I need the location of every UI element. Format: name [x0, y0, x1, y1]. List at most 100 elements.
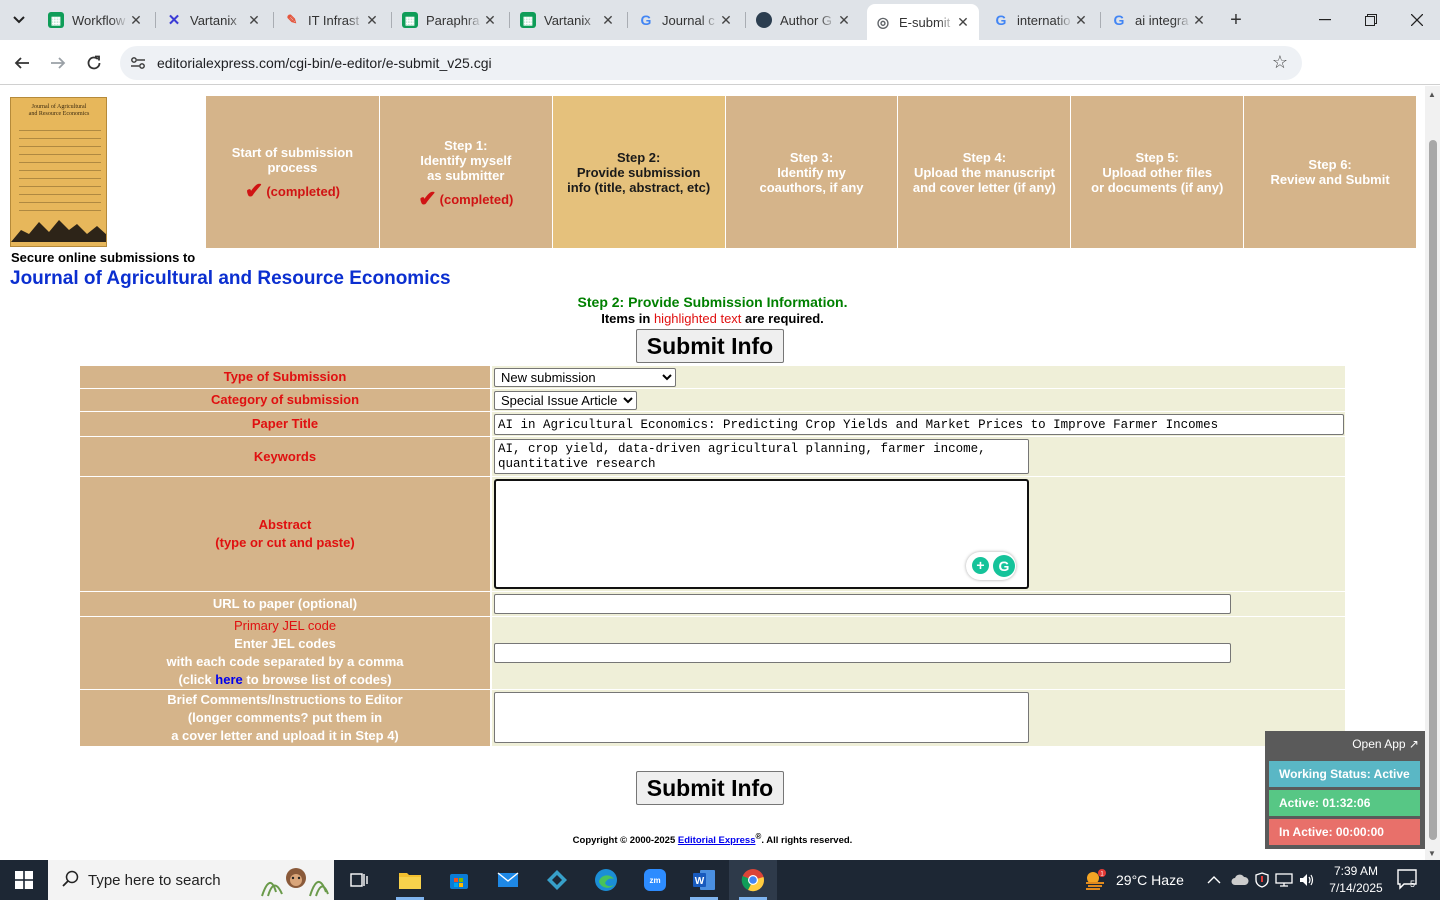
bookmark-star-icon[interactable]: ☆: [1272, 52, 1288, 73]
open-app-button[interactable]: Open App ↗: [1352, 737, 1419, 751]
close-tab-icon[interactable]: ✕: [128, 12, 144, 29]
editorial-express-link[interactable]: Editorial Express: [678, 835, 756, 846]
browser-tab[interactable]: ▦ Paraphra ✕: [394, 4, 506, 36]
scroll-down-icon[interactable]: ▼: [1428, 849, 1436, 858]
page-scrollbar[interactable]: ▲ ▼: [1425, 86, 1440, 860]
close-tab-icon[interactable]: ✕: [1191, 12, 1207, 29]
grammarly-g-icon[interactable]: G: [993, 555, 1015, 577]
scroll-thumb[interactable]: [1429, 140, 1437, 840]
shield-icon[interactable]: [1255, 872, 1269, 888]
submit-info-button-bottom[interactable]: Submit Info: [636, 771, 784, 805]
close-tab-icon[interactable]: ✕: [1073, 12, 1089, 29]
progress-step-6: Step 6: Review and Submit: [1243, 96, 1417, 248]
abstract-label: Abstract (type or cut and paste): [80, 477, 490, 591]
cloud-icon[interactable]: [1231, 874, 1249, 886]
taskbar-chrome[interactable]: [729, 860, 777, 900]
start-button[interactable]: [0, 860, 48, 900]
type-select[interactable]: New submission: [494, 368, 676, 387]
submit-info-button-top[interactable]: Submit Info: [636, 329, 784, 363]
grammarly-plus-icon[interactable]: +: [972, 557, 989, 574]
chevron-down-icon: [13, 16, 25, 24]
browser-tab[interactable]: ▦ Workflow ✕: [40, 4, 152, 36]
weather-haze-icon: 1: [1086, 869, 1106, 890]
scroll-up-icon[interactable]: ▲: [1428, 90, 1436, 99]
forward-button[interactable]: [45, 50, 71, 76]
close-tab-icon[interactable]: ✕: [718, 12, 734, 29]
close-tab-icon[interactable]: ✕: [600, 12, 616, 29]
tab-title: Workflow: [72, 12, 126, 28]
comments-label: Brief Comments/Instructions to Editor (l…: [80, 690, 490, 746]
store-icon: [450, 874, 468, 889]
step-line: Identify my: [777, 164, 846, 180]
cover-title: Journal of Agricultural and Resource Eco…: [28, 104, 90, 117]
restore-button[interactable]: [1348, 0, 1394, 40]
abstract-textarea[interactable]: [494, 479, 1029, 589]
reload-button[interactable]: [81, 50, 107, 76]
svg-text:W: W: [695, 876, 705, 887]
jel-codes-input[interactable]: [494, 643, 1231, 663]
comments-textarea[interactable]: [494, 692, 1029, 743]
taskbar-edge[interactable]: [582, 860, 630, 900]
keywords-textarea[interactable]: AI, crop yield, data-driven agricultural…: [494, 439, 1029, 474]
system-clock[interactable]: 7:39 AM 7/14/2025: [1318, 863, 1394, 897]
step-completed-status: ✔ (completed): [418, 185, 514, 211]
close-tab-icon[interactable]: ✕: [955, 14, 971, 31]
browser-tab[interactable]: Ginternatio ✕: [985, 4, 1097, 36]
checkmark-icon: ✔: [244, 178, 264, 203]
omnibox[interactable]: editorialexpress.com/cgi-bin/e-editor/e-…: [120, 46, 1302, 80]
task-view-button[interactable]: [336, 860, 384, 900]
back-button[interactable]: [9, 50, 35, 76]
chevron-up-icon[interactable]: [1207, 875, 1221, 885]
browser-tab[interactable]: ✕ Vartanix ✕: [158, 4, 270, 36]
close-window-button[interactable]: [1394, 0, 1440, 40]
taskbar-store[interactable]: [435, 860, 483, 900]
paper-title-input[interactable]: [494, 414, 1344, 435]
step-line: info (title, abstract, etc): [567, 179, 711, 195]
tab-title: Author G: [780, 12, 833, 28]
browser-tab[interactable]: ✎ IT Infrast ✕: [276, 4, 388, 36]
browser-tab[interactable]: ◎ E-submit ✕: [867, 4, 979, 40]
close-tab-icon[interactable]: ✕: [246, 12, 262, 29]
browser-tab[interactable]: ▦ Vartanix ✕: [512, 4, 624, 36]
inactive-time-pill: In Active: 00:00:00: [1269, 819, 1420, 845]
taskbar-word[interactable]: W: [680, 860, 728, 900]
sheets-icon: ▦: [48, 12, 64, 28]
word-icon: W: [693, 870, 715, 890]
url-text[interactable]: editorialexpress.com/cgi-bin/e-editor/e-…: [157, 55, 492, 71]
step-line: Upload other files: [1102, 164, 1213, 180]
jel-browse-link[interactable]: here: [215, 672, 242, 687]
browser-tab[interactable]: Gai integra ✕: [1103, 4, 1215, 36]
volume-icon[interactable]: [1299, 873, 1315, 887]
taskbar-zoom[interactable]: zm: [631, 860, 679, 900]
site-info-icon[interactable]: [130, 55, 146, 71]
browser-tab[interactable]: G Journal c ✕: [630, 4, 742, 36]
taskbar-search-box[interactable]: Type here to search: [48, 860, 334, 900]
taskbar-app-diamond[interactable]: [533, 860, 581, 900]
minimize-button[interactable]: [1302, 0, 1348, 40]
taskbar-file-explorer[interactable]: [386, 860, 434, 900]
google-icon: G: [640, 12, 652, 28]
network-icon[interactable]: [1275, 873, 1293, 887]
weather-widget[interactable]: 1 29°C Haze: [1084, 860, 1184, 900]
step-line: or documents (if any): [1091, 179, 1224, 195]
new-tab-button[interactable]: +: [1224, 8, 1248, 32]
url-input[interactable]: [494, 594, 1231, 614]
close-tab-icon[interactable]: ✕: [482, 12, 498, 29]
clock-date: 7/14/2025: [1329, 881, 1383, 895]
step-line: coauthors, if any: [759, 179, 864, 195]
close-tab-icon[interactable]: ✕: [364, 12, 380, 29]
arrow-right-icon: [51, 57, 66, 69]
close-tab-icon[interactable]: ✕: [836, 12, 852, 29]
notification-center[interactable]: 5: [1396, 868, 1422, 892]
tray-icons: [1207, 860, 1315, 900]
step-line: Identify myself: [420, 152, 512, 168]
edge-icon: [595, 869, 617, 891]
time-tracker-widget: Open App ↗ Working Status: Active Active…: [1265, 731, 1425, 849]
category-select[interactable]: Special Issue Article: [494, 391, 637, 410]
taskbar-mail[interactable]: [484, 860, 532, 900]
browser-tab[interactable]: Author G ✕: [748, 4, 860, 36]
arrow-left-icon: [14, 57, 29, 69]
grammarly-widget[interactable]: + G: [966, 552, 1016, 580]
tab-search-button[interactable]: [6, 8, 32, 32]
step-line: and cover letter (if any): [912, 179, 1056, 195]
